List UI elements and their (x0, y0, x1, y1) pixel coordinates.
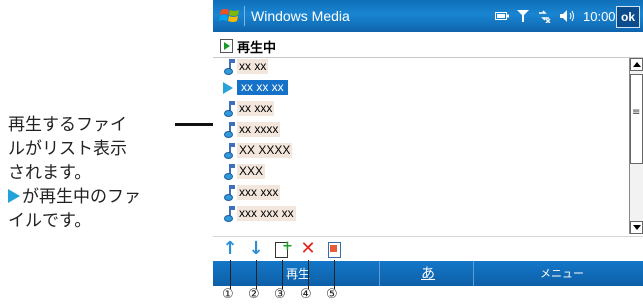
callout-number-3: ③ (274, 287, 286, 302)
windows-start-icon[interactable] (219, 6, 241, 26)
status-area: 10:00 (495, 6, 622, 26)
callout-leader-3 (282, 260, 283, 289)
list-item-label: xx xx xx (237, 80, 288, 95)
callout-leader-5 (334, 260, 335, 289)
vertical-scrollbar[interactable] (629, 58, 643, 234)
playlist-title: 再生中 (237, 41, 277, 56)
music-note-icon (221, 100, 235, 117)
clock[interactable]: 10:00 (583, 9, 616, 24)
music-note-icon (221, 58, 235, 75)
list-item[interactable]: xxx xxx (213, 184, 629, 202)
scroll-thumb[interactable] (630, 74, 643, 164)
move-up-icon[interactable]: ↑ (221, 240, 239, 258)
list-item[interactable]: xx xxxx (213, 121, 629, 139)
list-item[interactable]: xxx xxx xx (213, 205, 629, 223)
callout-number-2: ② (248, 287, 260, 302)
delete-icon[interactable]: ✕ (299, 240, 317, 258)
input-method-button[interactable]: あ (421, 263, 435, 283)
pocket-pc-screen: Windows Media 10:00 ok 再生中 xx xx xx xx x… (213, 0, 643, 286)
app-title: Windows Media (251, 8, 350, 24)
playlist-toolbar: ↑ ↓ + ✕ (213, 236, 643, 261)
callout-leader-1 (230, 260, 231, 289)
scroll-up-button[interactable] (630, 58, 643, 71)
callout-line-1: 再生するファイ (8, 115, 127, 135)
callout-leader-2 (256, 260, 257, 289)
callout-number-4: ④ (300, 287, 312, 302)
play-indicator-icon (8, 189, 20, 203)
callout-line-2: ルがリスト表示 (8, 139, 127, 159)
callout-leader-4 (308, 260, 309, 289)
list-item-label: xxx xxx xx (237, 206, 296, 221)
menu-separator (379, 261, 380, 286)
play-softkey[interactable]: 再生 (286, 265, 310, 282)
ok-button[interactable]: ok (616, 6, 640, 28)
callout-line-3: されます。 (8, 163, 92, 183)
list-item[interactable]: xx xx (213, 58, 629, 76)
callout-line-4: が再生中のファ (8, 185, 173, 209)
list-item[interactable]: XXX (213, 163, 629, 181)
playlist: xx xx xx xx xx xx xxx xx xxxx XX XXXX XX… (213, 58, 629, 234)
list-item-now-playing[interactable]: xx xx xx (213, 79, 629, 97)
list-item-label: xx xxx (237, 101, 275, 116)
playlist-header[interactable]: 再生中 (213, 33, 643, 58)
music-note-icon (221, 163, 235, 180)
playlist-icon (220, 39, 233, 53)
connectivity-icon[interactable] (537, 9, 551, 23)
signal-icon[interactable] (517, 9, 529, 23)
list-item-label: xx xx (237, 59, 269, 74)
move-down-icon[interactable]: ↓ (247, 240, 265, 258)
music-note-icon (221, 184, 235, 201)
list-item[interactable]: xx xxx (213, 100, 629, 118)
list-item[interactable]: XX XXXX (213, 142, 629, 160)
title-bar: Windows Media 10:00 ok (213, 0, 643, 32)
scroll-down-button[interactable] (630, 221, 643, 234)
list-item-label: xxx xxx (237, 185, 281, 200)
add-file-icon[interactable]: + (273, 239, 293, 258)
callout-line-4-text: が再生中のファ (22, 187, 141, 207)
callout-number-5: ⑤ (326, 287, 338, 302)
callout-number-1: ① (222, 287, 234, 302)
list-item-label: XX XXXX (237, 143, 293, 158)
battery-icon[interactable] (495, 11, 509, 21)
menu-bar: 再生 あ メニュー (213, 261, 643, 286)
play-indicator-icon (223, 82, 233, 94)
menu-separator (473, 261, 474, 286)
callout-line-5: イルです。 (8, 211, 92, 231)
properties-icon[interactable] (325, 240, 343, 258)
title-separator (244, 6, 245, 26)
callout-text: 再生するファイ ルがリスト表示 されます。 が再生中のファ イルです。 (8, 113, 173, 233)
music-note-icon (221, 142, 235, 159)
list-item-label: xx xxxx (237, 122, 281, 137)
music-note-icon (221, 205, 235, 222)
music-note-icon (221, 121, 235, 138)
list-item-label: XXX (237, 164, 266, 179)
volume-icon[interactable] (559, 9, 575, 23)
menu-softkey[interactable]: メニュー (540, 265, 584, 281)
